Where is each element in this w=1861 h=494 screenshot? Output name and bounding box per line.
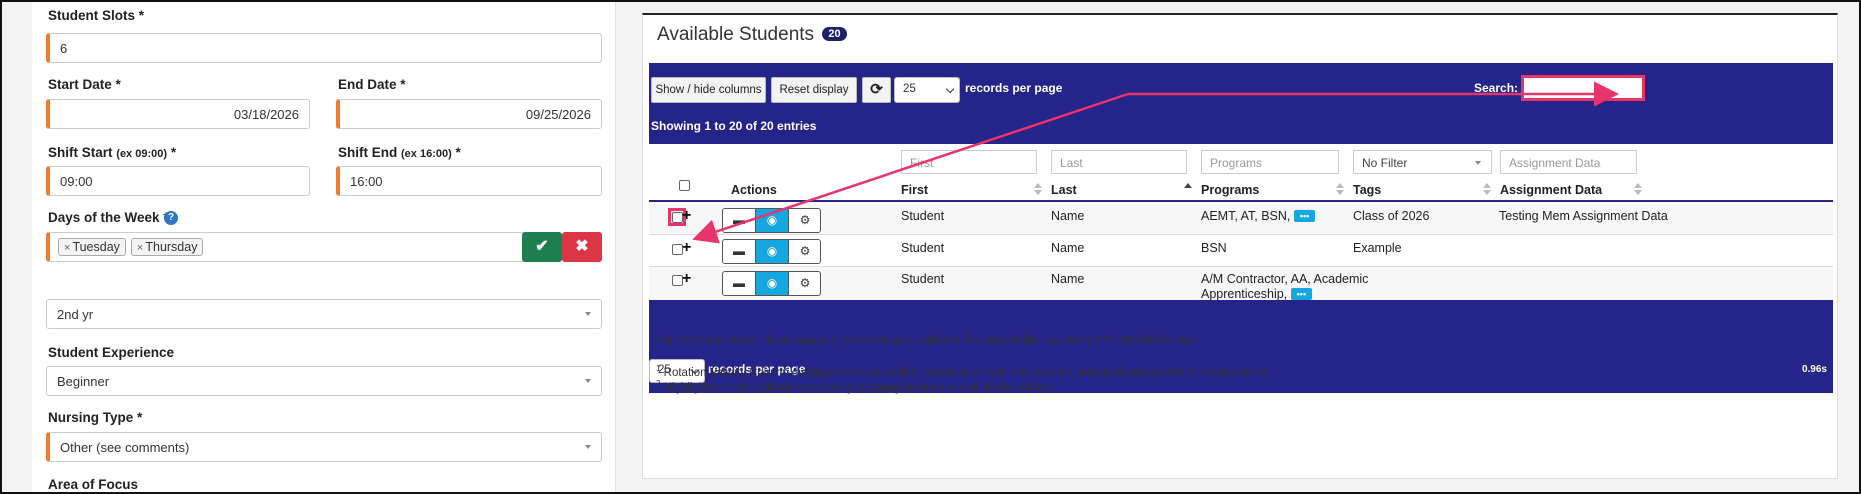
annotation-arrows xyxy=(692,81,1619,244)
annotation-arrow-to-checkbox xyxy=(692,92,1129,244)
